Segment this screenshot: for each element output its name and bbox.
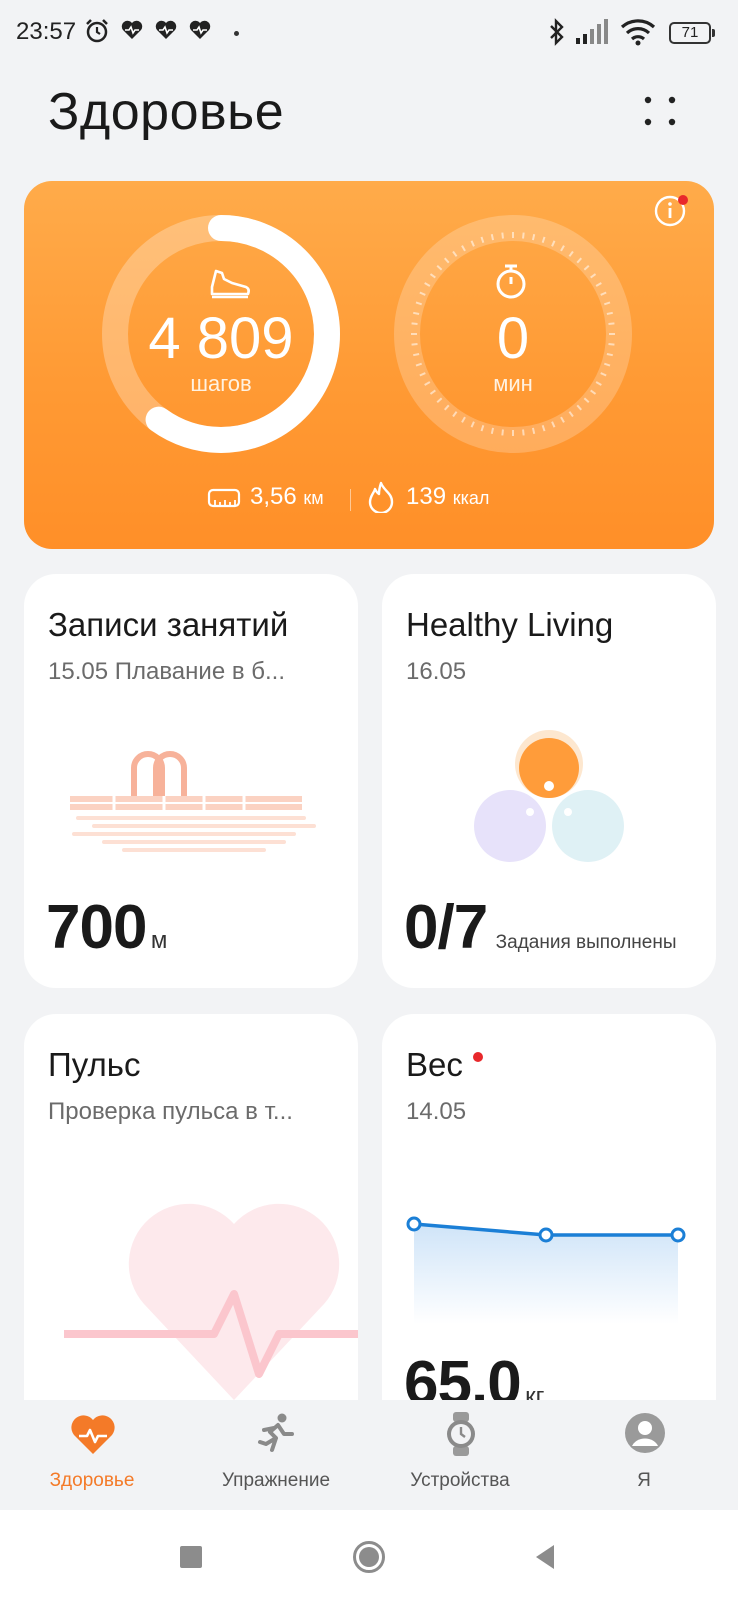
minutes-unit: мин: [493, 371, 533, 396]
healthy-living-card[interactable]: Healthy Living 16.05 0/7 Задания выполне…: [382, 574, 716, 988]
shoe-icon: [210, 269, 250, 299]
weight-point: [406, 1216, 422, 1232]
alarm-icon: [86, 19, 108, 43]
gauge-tick: [490, 427, 495, 434]
card-title: Пульс: [48, 1046, 141, 1083]
heart-notification-icon: [189, 20, 211, 39]
bottom-navigation: Здоровье Упражнение Устройства Я: [0, 1400, 738, 1510]
nav-tab-health[interactable]: Здоровье: [0, 1400, 184, 1510]
distance-value: 3,56: [250, 483, 297, 510]
healthy-living-rings-illustration: [474, 730, 624, 862]
gauge-tick: [501, 232, 504, 239]
page-title: Здоровье: [48, 83, 285, 141]
weight-trend-chart: [406, 1216, 686, 1324]
gauge-tick: [531, 234, 536, 241]
stopwatch-icon: [496, 264, 526, 299]
card-subtitle: Проверка пульса в т...: [48, 1098, 293, 1125]
grid-menu-icon[interactable]: [640, 92, 680, 132]
minutes-value: 0: [496, 306, 530, 371]
nav-label: Устройства: [410, 1470, 510, 1491]
nav-tab-exercise[interactable]: Упражнение: [184, 1400, 368, 1510]
bluetooth-icon: [550, 18, 564, 46]
steps-value: 4 809: [148, 306, 294, 371]
distance-icon: [207, 488, 241, 508]
calories-value: 139: [406, 483, 447, 510]
gauge-tick: [501, 429, 504, 436]
weight-value: 65.0: [404, 1349, 522, 1400]
battery-indicator: 71: [669, 22, 715, 44]
weight-point: [670, 1227, 686, 1243]
nav-label: Здоровье: [49, 1470, 135, 1491]
swimming-pool-illustration: [70, 751, 316, 852]
home-button[interactable]: [352, 1540, 386, 1574]
gauge-tick: [522, 429, 525, 436]
system-navigation-bar: [0, 1510, 738, 1599]
nav-tab-devices[interactable]: Устройства: [368, 1400, 552, 1510]
activity-records-card[interactable]: Записи занятий 15.05 Плавание в б... 700…: [24, 574, 358, 988]
info-icon[interactable]: [654, 193, 690, 229]
tasks-value: 0/7: [404, 893, 488, 962]
weight-unit: кг: [525, 1383, 545, 1400]
back-button[interactable]: [534, 1544, 556, 1570]
running-icon: [258, 1413, 294, 1452]
card-title: Записи занятий: [48, 606, 289, 643]
watch-icon: [447, 1412, 475, 1456]
tasks-caption: Задания выполнены: [495, 932, 677, 953]
activity-summary-card[interactable]: 4 809 шагов 0 мин 3,56 км 139 ккал: [24, 181, 714, 549]
weight-card[interactable]: Вес 14.05 65.0 кг: [382, 1014, 716, 1400]
card-subtitle: 14.05: [406, 1098, 467, 1125]
card-subtitle: 15.05 Плавание в б...: [48, 658, 285, 685]
calories-unit: ккал: [452, 488, 490, 508]
heart-rate-card[interactable]: Пульс Проверка пульса в т...: [24, 1014, 358, 1400]
heart-pulse-icon: [71, 1415, 115, 1454]
steps-unit: шагов: [190, 371, 252, 396]
stats-divider: [350, 489, 351, 511]
card-subtitle: 16.05: [406, 658, 467, 685]
heart-notification-icon: [121, 20, 143, 39]
signal-icon: [576, 19, 608, 44]
distance-total-unit: м: [150, 927, 168, 954]
gauge-tick: [531, 427, 536, 434]
distance-unit: км: [303, 488, 324, 508]
nav-label: Я: [637, 1470, 651, 1491]
wifi-icon: [620, 19, 656, 46]
more-notifications-dot: [234, 31, 239, 36]
status-time: 23:57: [16, 18, 77, 45]
nav-label: Упражнение: [221, 1470, 331, 1491]
distance-total: 700: [46, 893, 147, 962]
heart-notification-icon: [155, 20, 177, 39]
card-title: Healthy Living: [406, 606, 614, 643]
nav-tab-me[interactable]: Я: [552, 1400, 736, 1510]
recent-apps-button[interactable]: [180, 1546, 202, 1568]
gauge-tick: [490, 234, 495, 241]
new-data-dot: [473, 1052, 484, 1062]
card-title: Вес: [406, 1046, 463, 1083]
heart-illustration: [64, 1203, 358, 1400]
user-icon: [625, 1413, 665, 1453]
flame-icon: [368, 481, 394, 513]
weight-point: [538, 1227, 554, 1243]
gauge-tick: [522, 232, 525, 239]
